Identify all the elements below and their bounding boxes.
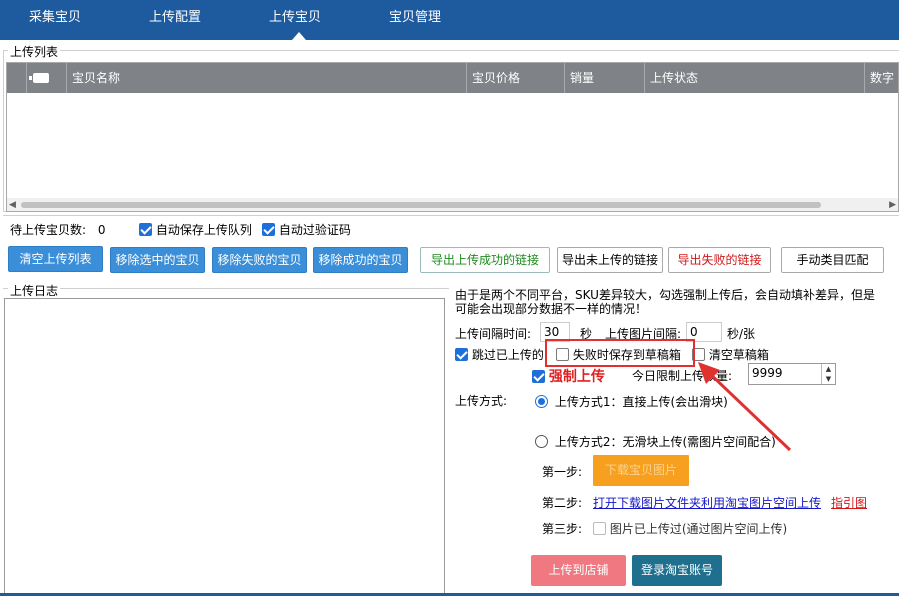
login-taobao-button[interactable]: 登录淘宝账号 [632,555,722,586]
image-interval-unit: 秒/张 [727,327,756,341]
export-failed-links-button[interactable]: 导出失败的链接 [668,247,771,273]
sku-notice: 由于是两个不同平台，SKU差异较大，勾选强制上传后，会自动填补差异，但是可能会出… [455,288,875,316]
step-1-label: 第一步: [542,465,583,479]
column-item-name[interactable]: 宝贝名称 [67,63,467,93]
tab-collect[interactable]: 采集宝贝 [10,0,100,40]
images-uploaded-label: 图片已上传过(通过图片空间上传) [609,522,788,536]
download-images-button[interactable]: 下载宝贝图片 [593,455,689,486]
guide-image-link[interactable]: 指引图 [831,494,867,511]
scroll-right-icon[interactable]: ▶ [889,198,896,211]
upload-method-2-radio[interactable] [535,435,548,448]
upload-log-textarea[interactable] [4,298,445,594]
export-success-links-button[interactable]: 导出上传成功的链接 [420,247,550,273]
skip-uploaded-option[interactable]: 跳过已上传的 [455,346,544,363]
upload-method-label: 上传方式: [455,394,508,408]
auto-captcha-label: 自动过验证码 [278,223,351,237]
force-upload-checkbox[interactable] [532,370,545,383]
upload-method-1-label: 上传方式1：直接上传(会出滑块) [554,395,728,409]
manual-category-match-button[interactable]: 手动类目匹配 [781,247,884,273]
divider [3,215,899,216]
stepper-down-icon[interactable]: ▼ [822,374,835,384]
pending-count-value: 0 [97,223,106,237]
pending-label-text: 待上传宝贝数: [10,223,87,237]
upload-list-table: 宝贝名称 宝贝价格 销量 上传状态 数字 ◀ ▶ [6,62,899,212]
scroll-left-icon[interactable]: ◀ [9,198,16,211]
red-highlight-box [545,339,695,367]
pending-count-label: 待上传宝贝数: 0 [10,221,106,238]
select-all-header[interactable] [27,63,67,93]
remove-success-button[interactable]: 移除成功的宝贝 [313,247,408,273]
skip-uploaded-label: 跳过已上传的 [471,348,544,362]
upload-method-2-option[interactable]: 上传方式2：无滑块上传(需图片空间配合) [535,433,776,450]
column-digital[interactable]: 数字 [865,63,898,93]
export-not-uploaded-button[interactable]: 导出未上传的链接 [557,247,663,273]
column-sales[interactable]: 销量 [565,63,645,93]
step-2-label: 第二步: [542,496,583,510]
clear-list-button[interactable]: 清空上传列表 [8,246,103,272]
upload-log-title: 上传日志 [8,282,61,299]
upload-interval-label: 上传间隔时间: [455,327,532,341]
upload-method-2-label: 上传方式2：无滑块上传(需图片空间配合) [554,435,776,449]
column-upload-status[interactable]: 上传状态 [645,63,865,93]
tab-upload-config[interactable]: 上传配置 [130,0,220,40]
skip-uploaded-checkbox[interactable] [455,348,468,361]
table-header: 宝贝名称 宝贝价格 销量 上传状态 数字 [7,63,898,93]
remove-failed-button[interactable]: 移除失败的宝贝 [212,247,307,273]
open-image-folder-link[interactable]: 打开下载图片文件夹利用淘宝图片空间上传 [593,494,821,511]
upload-method-1-radio[interactable] [535,395,548,408]
select-all-icon[interactable] [29,73,49,83]
auto-save-label: 自动保存上传队列 [155,223,252,237]
row-header-cell [7,63,27,93]
table-horizontal-scrollbar[interactable]: ◀ ▶ [7,198,898,211]
force-upload-label: 强制上传 [548,369,605,385]
auto-captcha-checkbox[interactable] [262,223,275,236]
step-3-label: 第三步: [542,522,583,536]
tab-item-management[interactable]: 宝贝管理 [370,0,460,40]
force-upload-option[interactable]: 强制上传 [532,366,605,386]
upload-method-1-option[interactable]: 上传方式1：直接上传(会出滑块) [535,393,728,410]
auto-captcha-option[interactable]: 自动过验证码 [262,221,351,238]
stepper-up-icon[interactable]: ▲ [822,364,835,374]
upload-to-store-button[interactable]: 上传到店铺 [531,555,626,586]
images-uploaded-option[interactable]: 图片已上传过(通过图片空间上传) [593,520,787,537]
top-navigation: 采集宝贝 上传配置 上传宝贝 宝贝管理 [0,0,899,40]
log-group-border [3,288,449,289]
scrollbar-thumb[interactable] [21,202,821,208]
auto-save-queue-option[interactable]: 自动保存上传队列 [139,221,252,238]
images-uploaded-checkbox[interactable] [593,522,606,535]
stepper-buttons[interactable]: ▲ ▼ [821,364,835,384]
remove-selected-button[interactable]: 移除选中的宝贝 [110,247,205,273]
column-item-price[interactable]: 宝贝价格 [467,63,565,93]
upload-list-title: 上传列表 [8,43,61,60]
active-tab-indicator [292,32,306,40]
auto-save-checkbox[interactable] [139,223,152,236]
